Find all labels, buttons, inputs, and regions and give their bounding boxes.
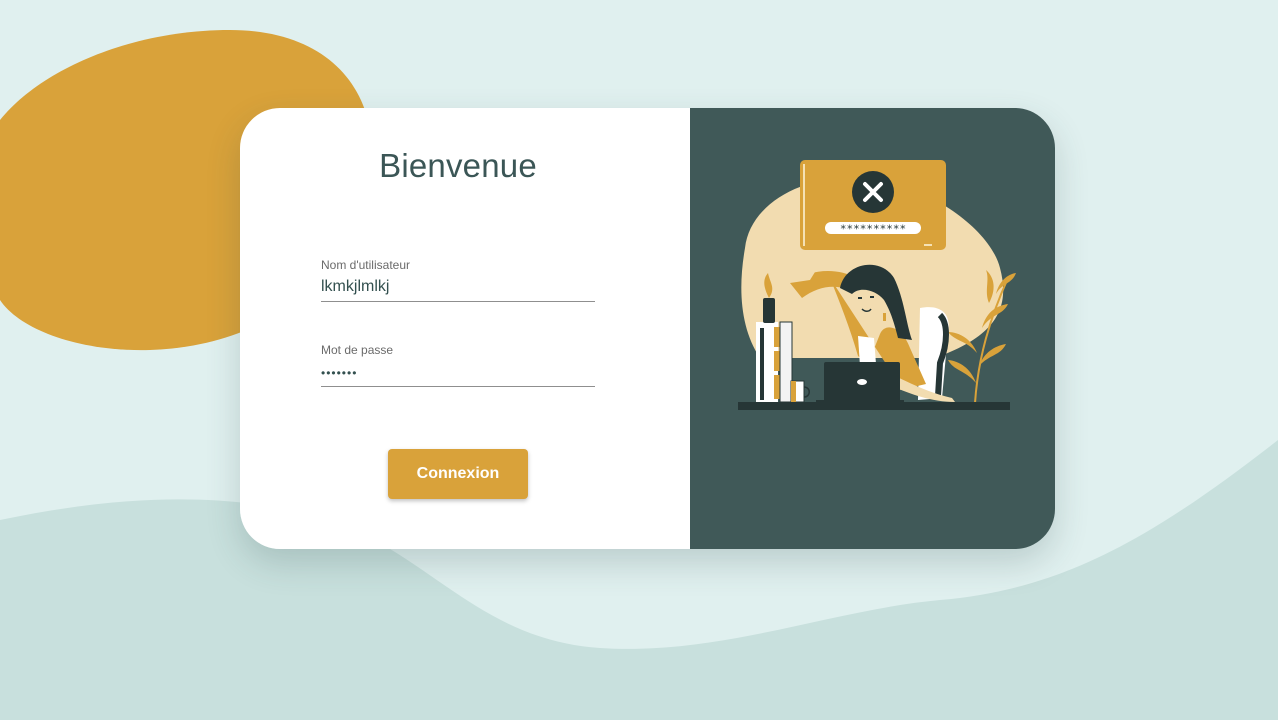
password-field: Mot de passe <box>321 343 595 387</box>
page-title: Bienvenue <box>379 147 537 184</box>
login-error-illustration: ********** <box>738 160 1016 410</box>
login-card: Bienvenue Nom d'utilisateur Mot de passe… <box>240 108 1055 549</box>
login-form-panel: Bienvenue Nom d'utilisateur Mot de passe… <box>240 108 690 549</box>
username-input[interactable] <box>321 276 595 302</box>
illustration-panel: ********** <box>690 108 1055 549</box>
password-label: Mot de passe <box>321 343 394 357</box>
username-field: Nom d'utilisateur <box>321 258 595 302</box>
username-label: Nom d'utilisateur <box>321 258 410 272</box>
login-button[interactable]: Connexion <box>388 449 528 499</box>
password-mask-text: ********** <box>840 223 906 236</box>
password-input[interactable] <box>321 361 595 387</box>
